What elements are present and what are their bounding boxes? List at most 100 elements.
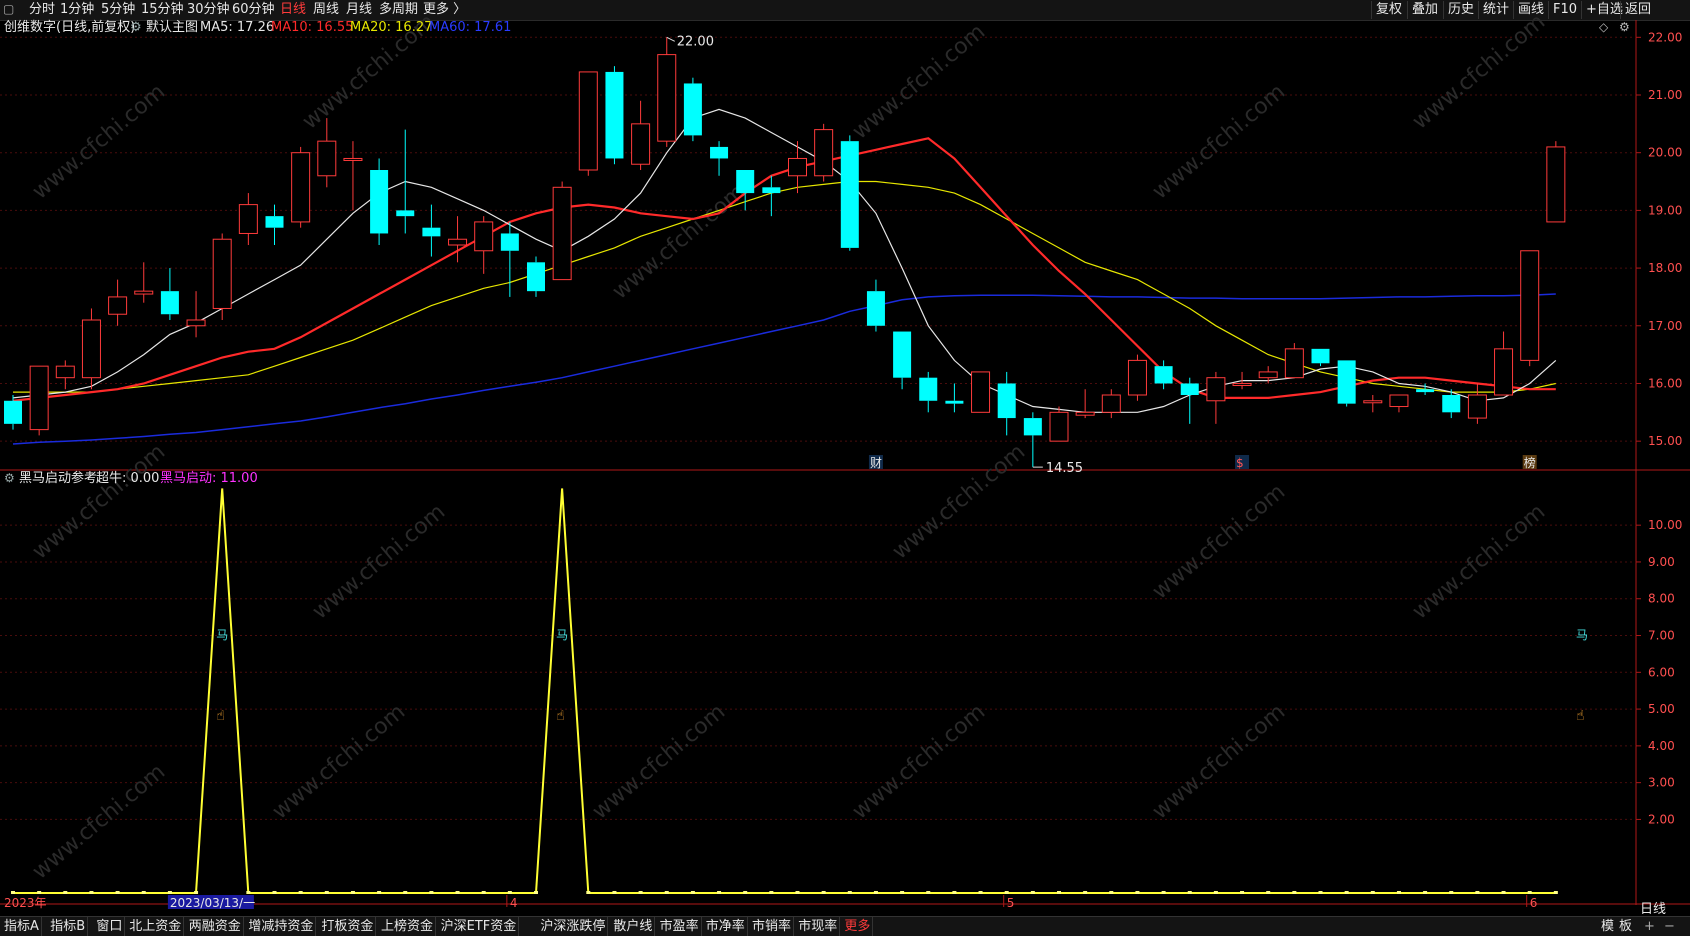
- chaoniu-value: 超牛: 0.00: [96, 471, 159, 486]
- indicator-tab[interactable]: 散户线: [611, 917, 656, 936]
- watermark-text: www.cfchi.com: [1408, 499, 1550, 624]
- candle: [840, 135, 859, 251]
- indicator-tab[interactable]: 两融资金: [187, 917, 244, 936]
- candle-body: [4, 400, 22, 424]
- candle-body: [1311, 348, 1330, 364]
- zero-dot: [89, 891, 94, 894]
- candle-body: [762, 187, 781, 194]
- indicator-tab[interactable]: 北上资金: [127, 917, 185, 936]
- candle: [1075, 389, 1095, 419]
- zero-dot: [664, 891, 669, 894]
- zero-dot: [926, 891, 931, 894]
- bottom-indicator-bar: 指标A 指标B 窗口 北上资金 两融资金 增减持资金 打板资金 上榜资金 沪深ETF资金 沪深涨跌…: [0, 916, 1690, 936]
- indicator-tick-label: 3.00: [1648, 776, 1675, 790]
- price-tick-label: 22.00: [1648, 30, 1682, 44]
- candle-body: [343, 157, 363, 161]
- zero-dot: [690, 891, 695, 894]
- candle: [422, 204, 441, 257]
- low-label: 14.55: [1046, 461, 1083, 476]
- candle-body: [605, 71, 624, 159]
- candle-body: [1258, 371, 1278, 379]
- settings-icon[interactable]: ⚙: [1619, 20, 1630, 34]
- candle: [1311, 348, 1330, 367]
- candle-body: [1075, 411, 1095, 416]
- candle-body: [1337, 360, 1356, 404]
- indicator-panel: 马 ☝ 马 ☝ 马 ☝ 2023年 2023/03/13/一 4 5 6: [4, 488, 1588, 910]
- indicator-tick-label: 8.00: [1648, 592, 1675, 606]
- candle-body: [238, 204, 258, 234]
- candle: [814, 123, 834, 182]
- candle: [500, 221, 519, 297]
- candle: [788, 141, 807, 194]
- zero-dot: [1370, 891, 1375, 894]
- mode-button[interactable]: 模: [1601, 917, 1614, 936]
- indicator-tab[interactable]: 沪深涨跌停: [538, 917, 609, 936]
- zero-dot: [1423, 891, 1428, 894]
- candle: [631, 100, 651, 170]
- event-marker[interactable]: 财: [870, 456, 882, 470]
- period-label[interactable]: 日线: [1640, 902, 1666, 915]
- indicator-tab[interactable]: 窗口: [94, 917, 126, 936]
- chart-area: www.cfchi.com www.cfchi.com www.cfchi.com w…: [0, 9, 1690, 915]
- zoom-in-icon[interactable]: +: [1644, 917, 1655, 936]
- candle-body: [370, 170, 389, 234]
- candle-body: [29, 365, 49, 431]
- watermark-text: www.cfchi.com: [888, 439, 1030, 564]
- indicator-tab[interactable]: 市现率: [796, 917, 841, 936]
- candle-body: [866, 291, 885, 326]
- candle: [1520, 250, 1540, 367]
- candle-body: [1389, 394, 1409, 408]
- candle-body: [1232, 382, 1252, 386]
- candle: [186, 291, 206, 338]
- candle-body: [1416, 389, 1435, 393]
- settings-gear-icon[interactable]: ⚙: [130, 20, 142, 35]
- indicator-tab[interactable]: 更多: [842, 917, 874, 936]
- indicator-tick-label: 9.00: [1648, 555, 1675, 569]
- indicator-tab[interactable]: 沪深ETF资金: [439, 917, 520, 936]
- indicator-title[interactable]: 黑马启动参考: [19, 470, 97, 486]
- event-marker[interactable]: 榜: [1524, 455, 1536, 470]
- candle-body: [1520, 250, 1540, 361]
- indicator-tab[interactable]: 市销率: [750, 917, 795, 936]
- indicator-tick-label: 2.00: [1648, 812, 1675, 826]
- x-axis-label: 2023年: [4, 896, 47, 910]
- candle: [866, 279, 885, 332]
- indicator-tab[interactable]: 增减持资金: [246, 917, 317, 936]
- candle-body: [552, 186, 572, 281]
- stock-title: 创维数字(日线,前复权): [4, 19, 135, 35]
- board-button[interactable]: 板: [1619, 917, 1632, 936]
- candle: [1389, 394, 1409, 413]
- candle: [683, 77, 702, 142]
- zero-dot: [246, 891, 251, 894]
- candle-body: [291, 152, 311, 223]
- high-pointer: [666, 36, 675, 42]
- candle-body: [736, 170, 755, 194]
- candle-body: [710, 146, 729, 159]
- candle-body: [971, 371, 991, 413]
- candle-body: [474, 221, 494, 252]
- candle-body: [1494, 348, 1514, 396]
- indicator-tab[interactable]: 市盈率: [658, 917, 702, 936]
- candle-body: [448, 238, 468, 246]
- candle: [1101, 389, 1121, 419]
- zoom-out-icon[interactable]: −: [1664, 917, 1675, 936]
- ma5-line: [12, 108, 1557, 413]
- indicator-tab[interactable]: 指标A: [2, 917, 42, 936]
- watermark-text: www.cfchi.com: [848, 19, 990, 144]
- indicator-gear-icon[interactable]: ⚙: [4, 471, 15, 485]
- candle: [55, 360, 75, 390]
- indicator-tab[interactable]: 指标B: [48, 917, 89, 936]
- candle: [1494, 331, 1514, 396]
- event-marker[interactable]: $: [1236, 456, 1244, 470]
- template-name[interactable]: 默认主图: [146, 19, 198, 35]
- candle-body: [186, 319, 206, 327]
- indicator-tab[interactable]: 打板资金: [319, 917, 377, 936]
- indicator-tab[interactable]: 上榜资金: [379, 917, 437, 936]
- indicator-tab[interactable]: 市净率: [704, 917, 748, 936]
- candle-body: [1049, 411, 1069, 442]
- candle-body: [134, 290, 154, 295]
- zero-dot: [115, 891, 120, 894]
- candle: [396, 129, 415, 234]
- high-label: 22.00: [677, 34, 714, 49]
- diamond-icon[interactable]: ◇: [1599, 20, 1609, 34]
